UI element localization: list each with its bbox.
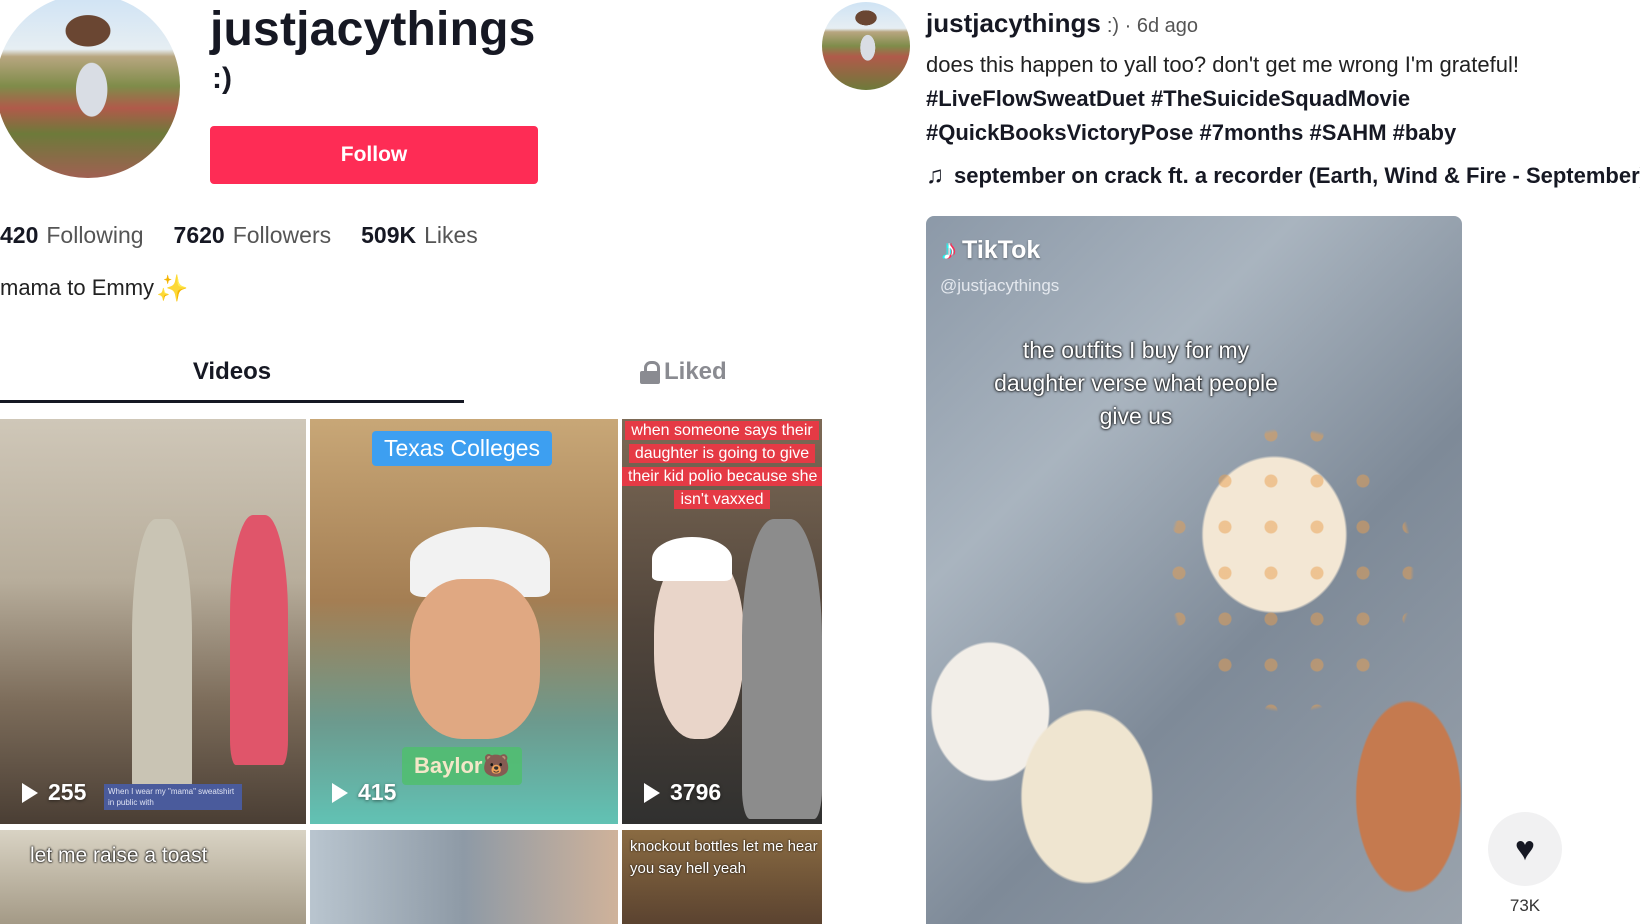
following-count: 420 (0, 222, 39, 248)
post-music-title: september on crack ft. a recorder (Earth… (954, 163, 1640, 188)
profile-stats: 420 Following 7620 Followers 509K Likes (0, 222, 478, 249)
video-caption: when someone says their daughter is goin… (622, 419, 822, 511)
video-tile-5[interactable] (310, 830, 618, 924)
profile-subtitle: :) (212, 62, 232, 95)
post-hashtags-line-1[interactable]: #LiveFlowSweatDuet #TheSuicideSquadMovie (926, 82, 1640, 116)
video-subtag: Baylor🐻 (402, 747, 522, 785)
video-tile-4[interactable]: let me raise a toast (0, 830, 306, 924)
person-figure (742, 519, 822, 819)
heart-icon: ♥ (1514, 830, 1536, 868)
video-tile-2[interactable]: Texas Colleges Baylor🐻 415 (310, 419, 618, 824)
tab-liked[interactable]: Liked (640, 358, 727, 386)
view-count-value: 255 (48, 779, 87, 805)
follow-button[interactable]: Follow (210, 126, 538, 184)
lock-icon (640, 361, 660, 384)
tiktok-logo-icon: ♪ (942, 234, 956, 265)
view-count-value: 415 (358, 779, 397, 805)
tab-liked-label: Liked (664, 358, 727, 385)
view-count: 255 (22, 779, 86, 806)
tab-videos[interactable]: Videos (0, 358, 464, 403)
profile-avatar[interactable] (0, 0, 180, 178)
profile-username: justjacythings (210, 3, 536, 56)
person-figure (132, 519, 192, 809)
bow-shape (652, 537, 732, 581)
video-overlay-caption: the outfits I buy for my daughter verse … (994, 337, 1278, 429)
video-caption-text: when someone says their daughter is goin… (622, 421, 822, 509)
play-icon (332, 782, 348, 803)
video-tile-3[interactable]: when someone says their daughter is goin… (622, 419, 822, 824)
video-tile-1[interactable]: When I wear my "mama" sweatshirt in publ… (0, 419, 306, 824)
likes-label: Likes (424, 222, 478, 248)
view-count-value: 3796 (670, 779, 722, 805)
post-author-username[interactable]: justjacythings (926, 8, 1101, 39)
sparkle-icon: ✨ (156, 273, 189, 303)
likes-stat: 509K Likes (361, 222, 478, 249)
view-count: 415 (332, 779, 396, 806)
followers-count: 7620 (173, 222, 225, 248)
profile-bio: mama to Emmy ✨ (0, 275, 188, 301)
view-count: 3796 (644, 779, 721, 806)
following-stat[interactable]: 420 Following (0, 222, 144, 249)
video-tile-6[interactable]: knockout bottles let me hear you say hel… (622, 830, 822, 924)
play-icon (644, 782, 660, 803)
post-hashtags-line-2[interactable]: #QuickBooksVictoryPose #7months #SAHM #b… (926, 116, 1640, 150)
tiktok-watermark: ♪ TikTok (942, 234, 1040, 266)
following-label: Following (46, 222, 144, 248)
like-count: 73K (1509, 896, 1541, 915)
video-caption: let me raise a toast (30, 844, 208, 867)
post-description-text: does this happen to yall too? don't get … (926, 52, 1519, 77)
post-video-player[interactable]: ♪ TikTok @justjacythings the outfits I b… (926, 216, 1462, 924)
post-music[interactable]: ♫ september on crack ft. a recorder (Ear… (926, 162, 1640, 190)
bio-text: mama to Emmy (0, 275, 155, 300)
post-author-avatar[interactable] (822, 2, 910, 90)
watermark-brand: TikTok (962, 235, 1041, 264)
followers-label: Followers (232, 222, 332, 248)
face-shape (410, 579, 540, 739)
followers-stat[interactable]: 7620 Followers (174, 222, 332, 249)
post-description: does this happen to yall too? don't get … (926, 48, 1640, 150)
fabric-pattern (926, 216, 1462, 924)
post-header: justjacythings :) · 6d ago (926, 8, 1198, 39)
likes-count: 509K (361, 222, 417, 248)
post-meta: :) · 6d ago (1106, 15, 1198, 37)
music-note-icon: ♫ (926, 162, 944, 189)
video-small-caption: When I wear my "mama" sweatshirt in publ… (104, 784, 242, 810)
video-caption: knockout bottles let me hear you say hel… (630, 838, 818, 877)
like-button[interactable]: ♥ (1488, 812, 1562, 886)
play-icon (22, 782, 38, 803)
watermark-handle: @justjacythings (940, 276, 1060, 295)
person-figure (230, 515, 288, 765)
video-tag: Texas Colleges (372, 431, 552, 466)
